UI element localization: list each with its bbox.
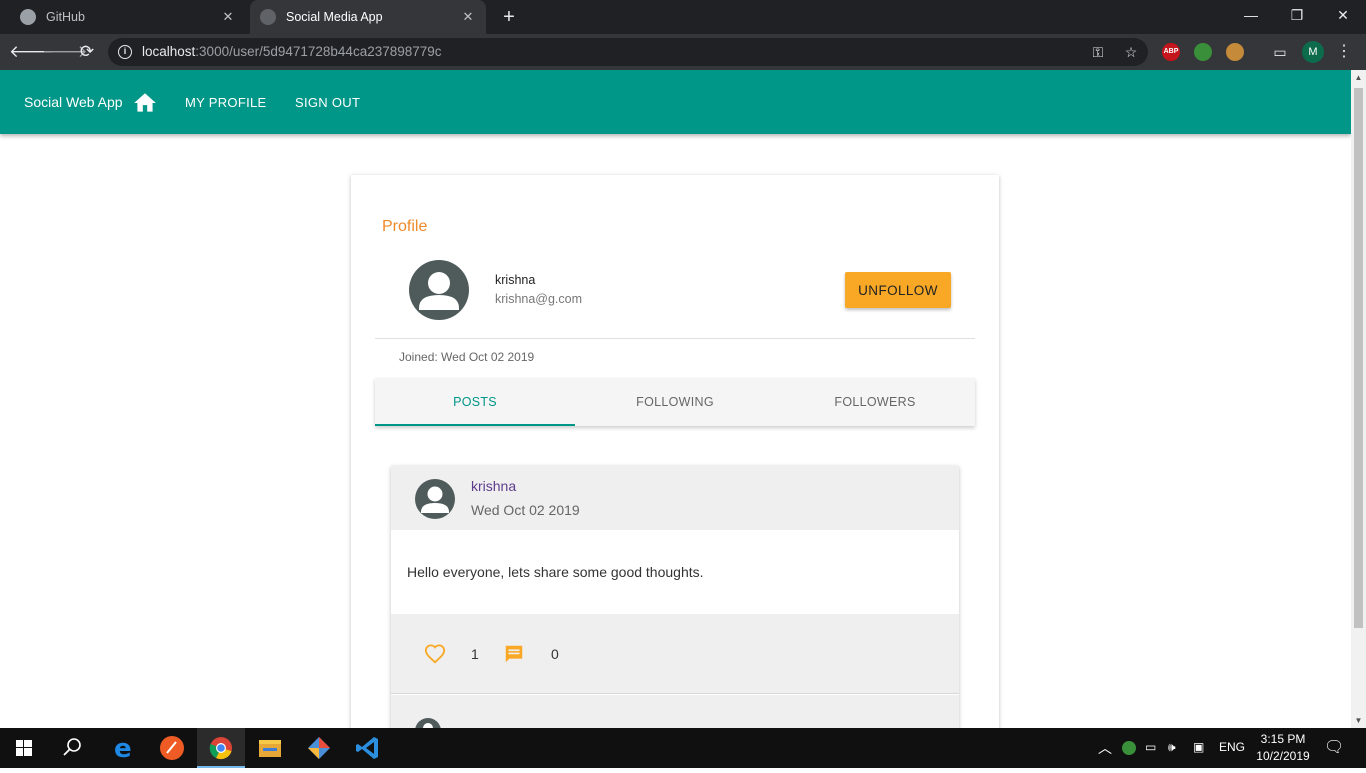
post-avatar[interactable] [415,479,455,519]
taskbar-file-explorer[interactable] [246,728,294,768]
tray-app-icon[interactable] [1122,741,1136,755]
person-icon [419,272,459,310]
url-path: :3000/user/5d9471728b44ca237898779c [195,44,442,59]
comment-avatar [415,718,441,728]
heart-outline-icon[interactable] [424,643,446,665]
browser-menu-icon[interactable]: ⋮ [1336,40,1352,64]
windows-logo-icon [16,740,32,756]
taskbar-chrome[interactable] [197,728,245,768]
tab-indicator [375,424,575,426]
close-tab-icon[interactable]: ✕ [460,9,476,25]
nav-my-profile[interactable]: MY PROFILE [185,95,267,110]
post-body: Hello everyone, lets share some good tho… [391,530,959,614]
vscode-icon [356,737,378,759]
volume-icon[interactable]: 🕪 [1168,740,1176,755]
profile-card: Profile krishna krishna@g.com UNFOLLOW J… [351,175,999,728]
comment-section [391,695,959,728]
address-bar[interactable]: i localhost:3000/user/5d9471728b44ca2378… [108,38,1148,66]
edge-icon: e [114,734,132,764]
search-icon [63,738,81,756]
start-button[interactable] [0,728,48,768]
tab-posts[interactable]: POSTS [375,378,575,426]
taskbar-app[interactable] [295,728,343,768]
browser-tab-github[interactable]: GitHub ✕ [0,0,246,34]
windows-taskbar: e ︿ ▭ 🕪 ▣ ENG 3:15 PM 10/2/2019 🗨 [0,728,1366,768]
taskbar-edge[interactable]: e [99,728,147,768]
taskbar-vscode[interactable] [344,728,392,768]
browser-toolbar: 🡐 🡒 ⟳ i localhost:3000/user/5d9471728b44… [0,34,1366,70]
tab-followers[interactable]: FOLLOWERS [775,378,975,426]
chrome-icon [209,737,232,760]
browser-tab-strip: GitHub ✕ Social Media App ✕ + — ❐ ✕ [0,0,1366,34]
clock-date[interactable]: 10/2/2019 [1254,749,1312,763]
joined-date: Joined: Wed Oct 02 2019 [399,350,535,364]
post-card: krishna Wed Oct 02 2019 Hello everyone, … [391,466,959,728]
new-tab-button[interactable]: + [498,6,520,28]
bookmark-star-icon[interactable]: ☆ [1123,44,1139,60]
cast-icon[interactable]: ▭ [1272,44,1288,60]
battery-icon[interactable]: ▭ [1145,740,1156,754]
url-host: localhost [142,44,196,59]
app-icon [308,737,330,759]
globe-icon [260,9,276,25]
extension-globe-icon[interactable] [1194,43,1212,61]
profile-name: krishna [495,273,536,287]
post-author-link[interactable]: krishna [471,478,516,494]
reload-icon[interactable]: ⟳ [75,40,99,64]
taskbar-postman[interactable] [148,728,196,768]
person-icon [421,486,449,513]
scroll-thumb[interactable] [1354,88,1363,628]
home-icon[interactable] [132,90,158,116]
svg-text:e: e [114,734,132,764]
search-button[interactable] [48,728,96,768]
key-icon[interactable]: ⚿ [1090,44,1106,60]
forward-arrow-icon[interactable]: 🡒 [42,40,88,64]
scroll-down-arrow-icon[interactable]: ▼ [1351,713,1366,728]
browser-tab-title: GitHub [46,10,85,24]
post-text: Hello everyone, lets share some good tho… [407,564,704,580]
adblock-extension-icon[interactable]: ABP [1162,43,1180,61]
language-indicator[interactable]: ENG [1219,740,1245,754]
browser-tab-social-media-app[interactable]: Social Media App ✕ [250,0,486,34]
comment-count: 0 [551,646,559,662]
cookie-extension-icon[interactable] [1226,43,1244,61]
profile-title: Profile [382,218,428,235]
url-text[interactable]: localhost:3000/user/5d9471728b44ca237898… [142,44,442,59]
folder-icon [259,740,281,757]
minimize-button[interactable]: — [1228,0,1274,30]
divider [375,338,975,339]
browser-profile-avatar[interactable]: M [1302,41,1324,63]
network-icon[interactable]: ▣ [1193,740,1204,754]
tab-following[interactable]: FOLLOWING [575,378,775,426]
close-tab-icon[interactable]: ✕ [220,9,236,25]
profile-email: krishna@g.com [495,292,583,306]
like-count: 1 [471,646,479,662]
profile-tabs: POSTS FOLLOWING FOLLOWERS [375,378,975,426]
brand-title: Social Web App [24,94,123,110]
app-bar: Social Web App MY PROFILE SIGN OUT [0,70,1351,134]
avatar [409,260,469,320]
restore-button[interactable]: ❐ [1274,0,1320,30]
post-date: Wed Oct 02 2019 [471,502,580,518]
post-header: krishna Wed Oct 02 2019 [391,466,959,530]
page-scrollbar[interactable]: ▲ ▼ [1351,70,1366,728]
show-hidden-icons-chevron-icon[interactable]: ︿ [1098,738,1112,758]
github-icon [20,9,36,25]
person-icon [423,723,433,728]
back-arrow-icon[interactable]: 🡐 [9,40,55,64]
close-window-button[interactable]: ✕ [1320,0,1366,30]
notification-icon[interactable]: 🗨 [1324,737,1344,757]
comment-icon[interactable] [503,643,525,665]
unfollow-button[interactable]: UNFOLLOW [845,272,951,308]
postman-icon [160,736,184,760]
browser-tab-title: Social Media App [286,10,383,24]
nav-sign-out[interactable]: SIGN OUT [295,95,360,110]
site-info-icon[interactable]: i [118,45,132,59]
clock-time[interactable]: 3:15 PM [1258,732,1308,746]
post-actions: 1 0 [391,614,959,694]
page-viewport: Social Web App MY PROFILE SIGN OUT Profi… [0,70,1351,728]
scroll-up-arrow-icon[interactable]: ▲ [1351,70,1366,85]
